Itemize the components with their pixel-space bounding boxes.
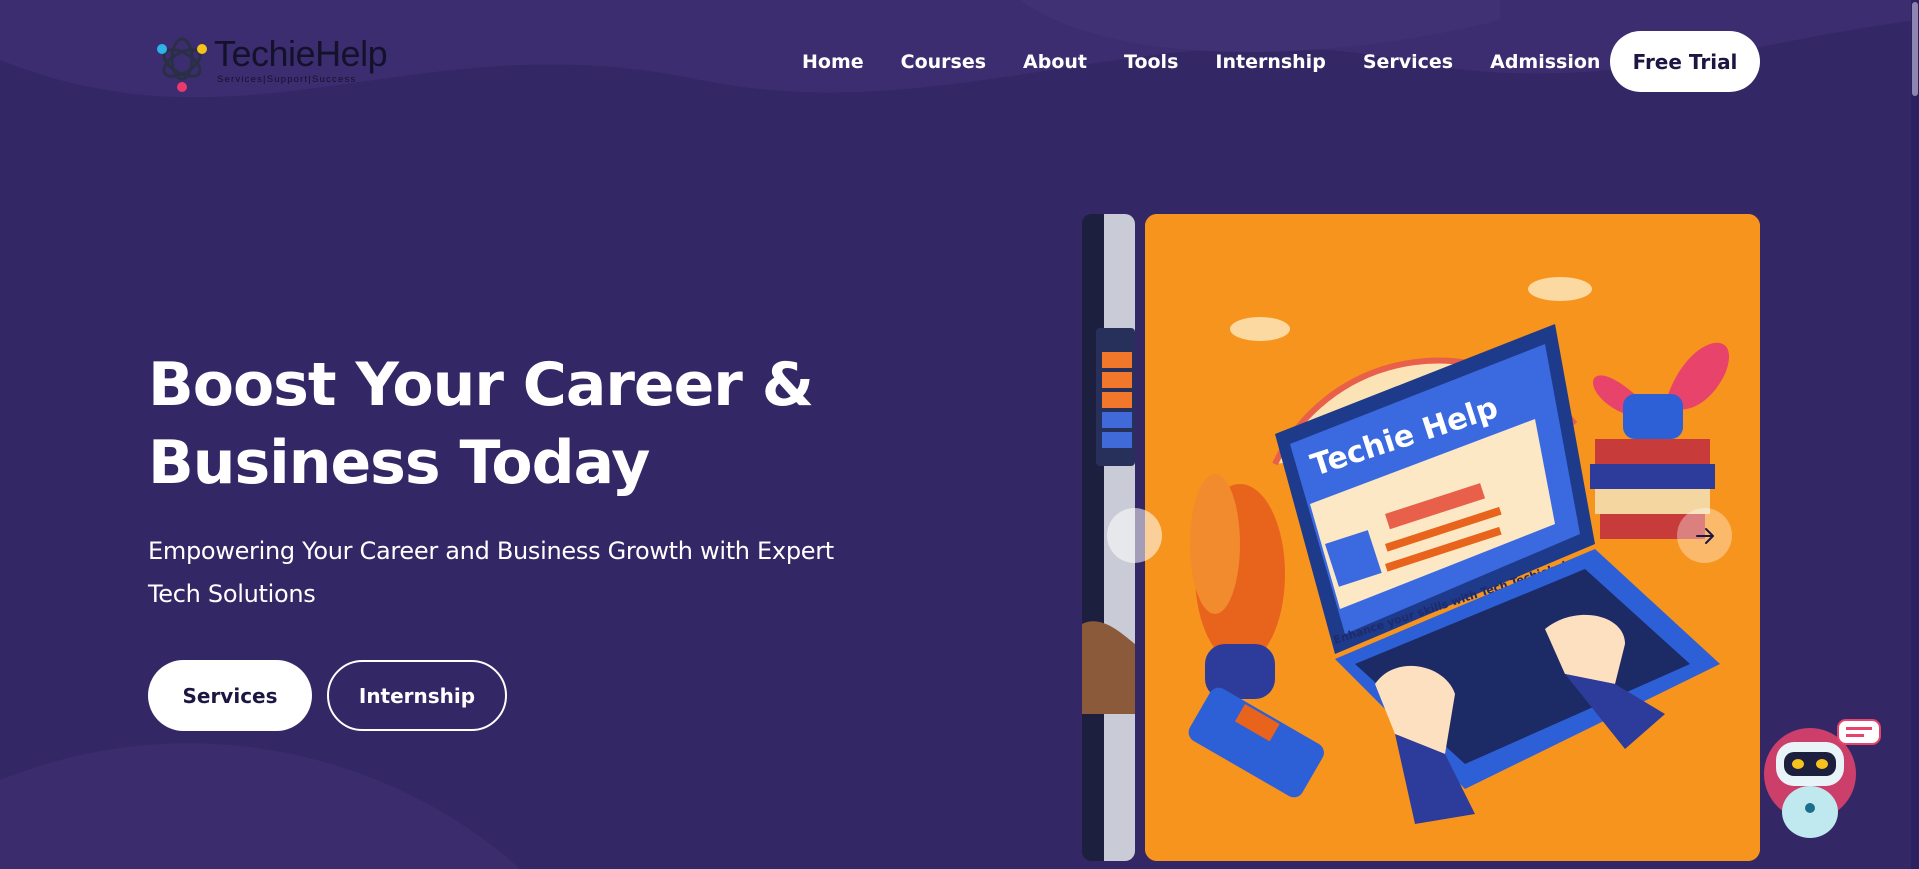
brand-tagline: Services|Support|Success xyxy=(217,74,357,85)
page-scrollbar[interactable] xyxy=(1911,0,1919,869)
nav-home[interactable]: Home xyxy=(802,51,864,73)
site-header: TechieHelp Services|Support|Success Home… xyxy=(0,0,1919,125)
slide-current[interactable]: Techie Help Enhance your skills with Tec… xyxy=(1145,214,1760,861)
slide-current-image: Techie Help Enhance your skills with Tec… xyxy=(1145,214,1760,861)
nav-tools[interactable]: Tools xyxy=(1124,51,1178,73)
nav-admission[interactable]: Admission xyxy=(1490,51,1600,73)
nav-about[interactable]: About xyxy=(1023,51,1087,73)
scrollbar-thumb[interactable] xyxy=(1912,2,1918,96)
slider-next-button[interactable] xyxy=(1677,508,1732,563)
logo-mark-icon xyxy=(157,37,207,92)
hero-subtitle: Empowering Your Career and Business Grow… xyxy=(148,530,868,616)
hero-buttons: Services Internship xyxy=(148,660,507,731)
slider-prev-button[interactable] xyxy=(1107,508,1162,563)
nav-internship[interactable]: Internship xyxy=(1215,51,1325,73)
hero-subtitle-line1: Empowering Your Career and Business Grow… xyxy=(148,537,834,565)
nav-services[interactable]: Services xyxy=(1363,51,1453,73)
hero-title: Boost Your Career & Business Today xyxy=(148,346,848,502)
internship-button[interactable]: Internship xyxy=(327,660,507,731)
image-slider: Techie Help Enhance your skills with Tec… xyxy=(1082,214,1760,861)
services-button[interactable]: Services xyxy=(148,660,312,731)
hero-subtitle-line2: Tech Solutions xyxy=(148,580,316,608)
chatbot-icon[interactable] xyxy=(1758,712,1882,842)
arrow-right-icon xyxy=(1695,527,1714,544)
hero-title-line1: Boost Your Career & xyxy=(148,350,814,420)
free-trial-button[interactable]: Free Trial xyxy=(1610,31,1760,92)
nav-courses[interactable]: Courses xyxy=(901,51,986,73)
brand-name: TechieHelp xyxy=(214,33,388,74)
main-nav: Home Courses About Tools Internship Serv… xyxy=(802,48,1600,76)
hero-title-line2: Business Today xyxy=(148,428,650,498)
brand-logo[interactable]: TechieHelp Services|Support|Success xyxy=(152,31,402,93)
